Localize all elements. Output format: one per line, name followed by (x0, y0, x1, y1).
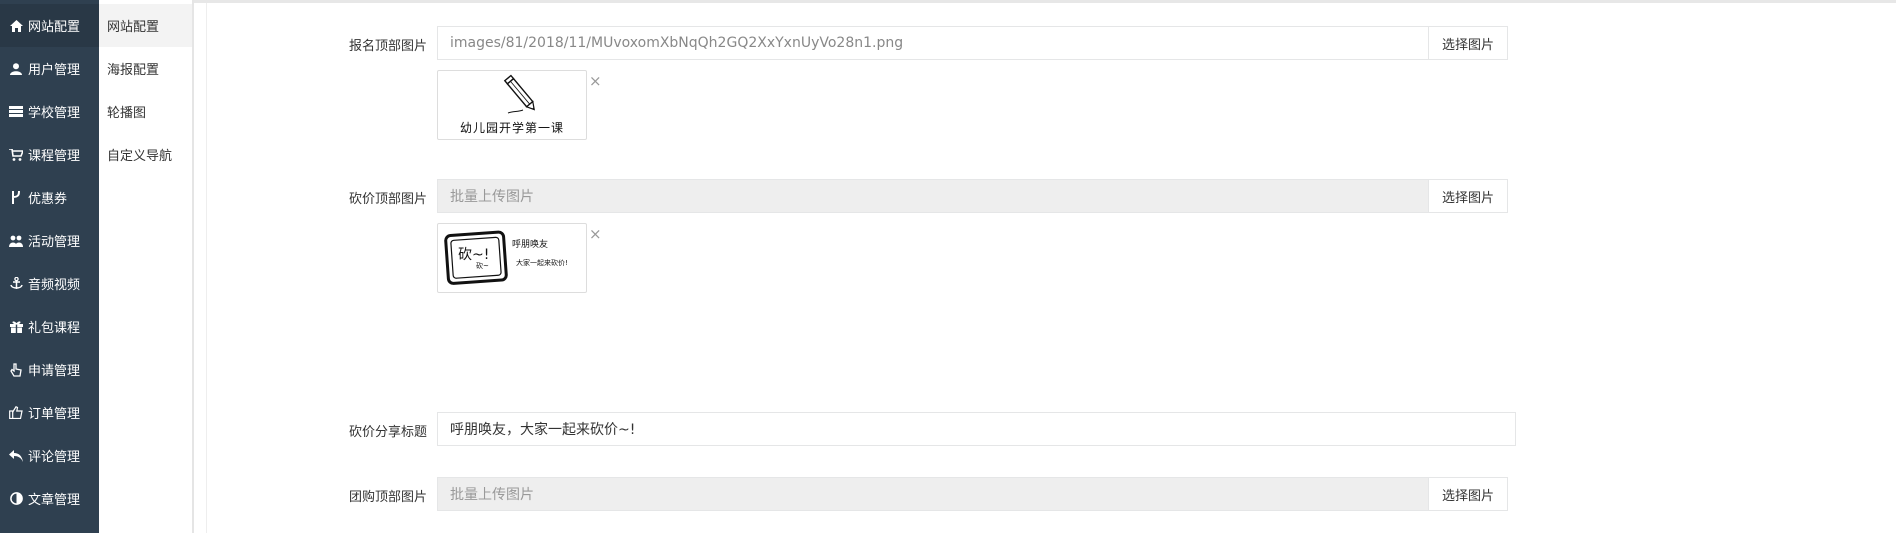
sidebar-item-courses[interactable]: 课程管理 (0, 133, 99, 176)
sidebar-item-label: 优惠券 (28, 192, 68, 207)
sidebar-item-schools[interactable]: 学校管理 (0, 90, 99, 133)
signup-top-image-path-field[interactable]: images/81/2018/11/MUvoxomXbNqQh2GQ2XxYxn… (437, 26, 1429, 60)
secondary-nav: 网站配置 海报配置 轮播图 自定义导航 (99, 0, 194, 533)
main-sidebar: 网站配置 用户管理 学校管理 课程管理 优惠券 活动管理 音频视频 礼包课程 申… (0, 0, 99, 533)
sidebar-item-label: 文章管理 (28, 493, 81, 508)
signup-top-image-thumbnail: 幼儿园开学第一课 (437, 70, 587, 140)
adjust-icon (8, 492, 24, 505)
content-gutter (194, 3, 207, 533)
cart-icon (8, 148, 24, 161)
hand-pointer-icon (8, 362, 24, 377)
sidebar-item-label: 课程管理 (28, 149, 81, 164)
thumbnail-text-sub: 砍~ (476, 262, 489, 270)
signup-top-image-label: 报名顶部图片 (349, 39, 428, 54)
sidebar-item-label: 用户管理 (28, 63, 81, 78)
bargain-top-image-path-field[interactable]: 批量上传图片 (437, 179, 1429, 213)
sidebar-item-label: 评论管理 (28, 450, 81, 465)
sidebar-item-articles[interactable]: 文章管理 (0, 477, 99, 520)
gift-icon (8, 320, 24, 333)
group-icon (8, 235, 24, 247)
sidebar-item-coupons[interactable]: 优惠券 (0, 176, 99, 219)
sidebar-item-comments[interactable]: 评论管理 (0, 434, 99, 477)
sidebar-item-label: 礼包课程 (28, 321, 81, 336)
bargain-top-image-label: 砍价顶部图片 (349, 192, 428, 207)
remove-signup-image-icon[interactable]: × (589, 74, 602, 89)
sidebar-item-label: 活动管理 (28, 235, 81, 250)
sidebar-item-label: 申请管理 (28, 364, 81, 379)
sidebar-item-label: 音频视频 (28, 278, 81, 293)
sidebar-item-label: 网站配置 (28, 20, 81, 35)
sidebar-item-orders[interactable]: 订单管理 (0, 391, 99, 434)
sidebar-item-media[interactable]: 音频视频 (0, 262, 99, 305)
server-icon (8, 106, 24, 117)
remove-bargain-image-icon[interactable]: × (589, 227, 602, 242)
bargain-top-image-select-button[interactable]: 选择图片 (1428, 179, 1508, 213)
sidebar-item-gift-courses[interactable]: 礼包课程 (0, 305, 99, 348)
home-icon (8, 19, 24, 32)
sidebar-item-applications[interactable]: 申请管理 (0, 348, 99, 391)
sidebar-item-label: 学校管理 (28, 106, 81, 121)
group-top-image-label: 团购顶部图片 (349, 490, 428, 505)
fork-icon (8, 191, 24, 204)
subnav-item-custom-nav[interactable]: 自定义导航 (99, 133, 192, 176)
sidebar-item-site-config[interactable]: 网站配置 (0, 4, 99, 47)
bargain-top-image-thumbnail: 砍~! 砍~ 呼朋唤友 大家一起来砍价! (437, 223, 587, 293)
subnav-item-site-config[interactable]: 网站配置 (99, 4, 192, 47)
group-top-image-select-button[interactable]: 选择图片 (1428, 477, 1508, 511)
thumbnail-caption: 幼儿园开学第一课 (459, 121, 564, 135)
sidebar-item-label: 订单管理 (28, 407, 81, 422)
reply-icon (8, 449, 24, 462)
sidebar-item-activities[interactable]: 活动管理 (0, 219, 99, 262)
anchor-icon (8, 277, 24, 290)
bargain-share-title-label: 砍价分享标题 (349, 425, 428, 440)
subnav-item-poster-config[interactable]: 海报配置 (99, 47, 192, 90)
bargain-share-title-input[interactable]: 呼朋唤友，大家一起来砍价~! (437, 412, 1516, 446)
thumbnail-text-right2: 大家一起来砍价! (516, 259, 568, 267)
user-icon (8, 62, 24, 75)
sidebar-item-users[interactable]: 用户管理 (0, 47, 99, 90)
thumbs-up-icon (8, 406, 24, 419)
thumbnail-text-right1: 呼朋唤友 (512, 240, 549, 250)
group-top-image-path-field[interactable]: 批量上传图片 (437, 477, 1429, 511)
signup-top-image-select-button[interactable]: 选择图片 (1428, 26, 1508, 60)
top-divider (194, 0, 1896, 3)
subnav-item-carousel[interactable]: 轮播图 (99, 90, 192, 133)
